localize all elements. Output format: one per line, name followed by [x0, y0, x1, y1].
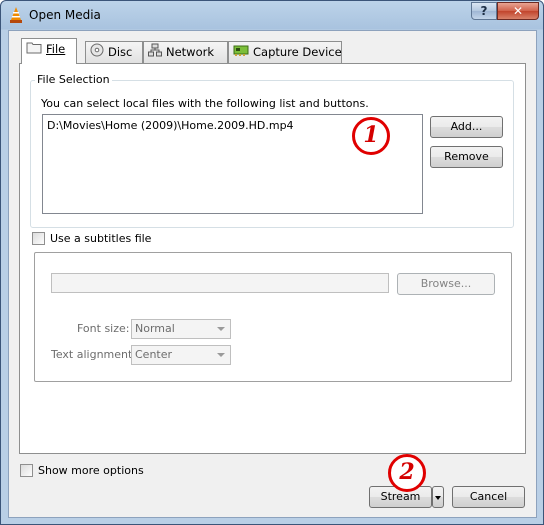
chevron-down-icon: [217, 353, 225, 357]
subtitles-options-group: Browse... Font size: Normal Text alignme…: [34, 252, 512, 382]
subtitles-checkbox[interactable]: [32, 232, 45, 245]
capture-card-icon: [233, 43, 249, 63]
show-more-options-checkbox[interactable]: [20, 464, 33, 477]
file-tab-panel: File Selection You can select local file…: [19, 63, 526, 454]
font-size-select[interactable]: Normal: [131, 319, 231, 339]
network-icon: [148, 43, 162, 63]
tab-disc-label: Disc: [108, 45, 133, 59]
text-alignment-select[interactable]: Center: [131, 345, 231, 365]
tab-capture-device[interactable]: Capture Device: [228, 41, 342, 63]
open-media-dialog: Open Media ? ✕ File Disc Network Capture…: [0, 0, 544, 525]
annotation-marker-2: 2: [388, 454, 426, 492]
chevron-down-icon: [217, 327, 225, 331]
text-alignment-label: Text alignment:: [51, 348, 137, 361]
disc-icon: [90, 43, 104, 63]
tab-file[interactable]: File: [21, 38, 77, 64]
file-selection-description: You can select local files with the foll…: [41, 97, 369, 110]
tab-capture-device-label: Capture Device: [253, 45, 342, 59]
show-more-options-label[interactable]: Show more options: [38, 464, 144, 477]
vlc-cone-icon: [9, 7, 23, 23]
tab-file-label: File: [46, 42, 66, 56]
add-button[interactable]: Add...: [430, 116, 503, 138]
tab-network[interactable]: Network: [143, 41, 228, 63]
subtitles-checkbox-label[interactable]: Use a subtitles file: [50, 232, 151, 245]
stream-dropdown-button[interactable]: [432, 486, 444, 508]
font-size-value: Normal: [135, 322, 175, 335]
help-button[interactable]: ?: [471, 2, 497, 20]
tab-network-label: Network: [166, 45, 215, 59]
browse-button[interactable]: Browse...: [397, 273, 495, 295]
subtitle-file-input[interactable]: [51, 273, 389, 293]
text-alignment-value: Center: [135, 348, 173, 361]
remove-button[interactable]: Remove: [430, 146, 503, 168]
cancel-button[interactable]: Cancel: [452, 486, 525, 508]
window-title: Open Media: [29, 8, 101, 22]
tab-disc[interactable]: Disc: [85, 41, 143, 63]
close-button[interactable]: ✕: [497, 2, 539, 20]
folder-icon: [26, 40, 42, 60]
chevron-down-icon: [435, 496, 441, 500]
file-selection-title: File Selection: [35, 73, 112, 86]
font-size-label: Font size:: [77, 322, 130, 335]
title-bar[interactable]: Open Media ? ✕: [1, 1, 543, 29]
dialog-body: File Disc Network Capture Device File Se…: [8, 30, 537, 518]
file-list-item[interactable]: D:\Movies\Home (2009)\Home.2009.HD.mp4: [47, 119, 294, 132]
annotation-marker-1: 1: [352, 117, 390, 155]
